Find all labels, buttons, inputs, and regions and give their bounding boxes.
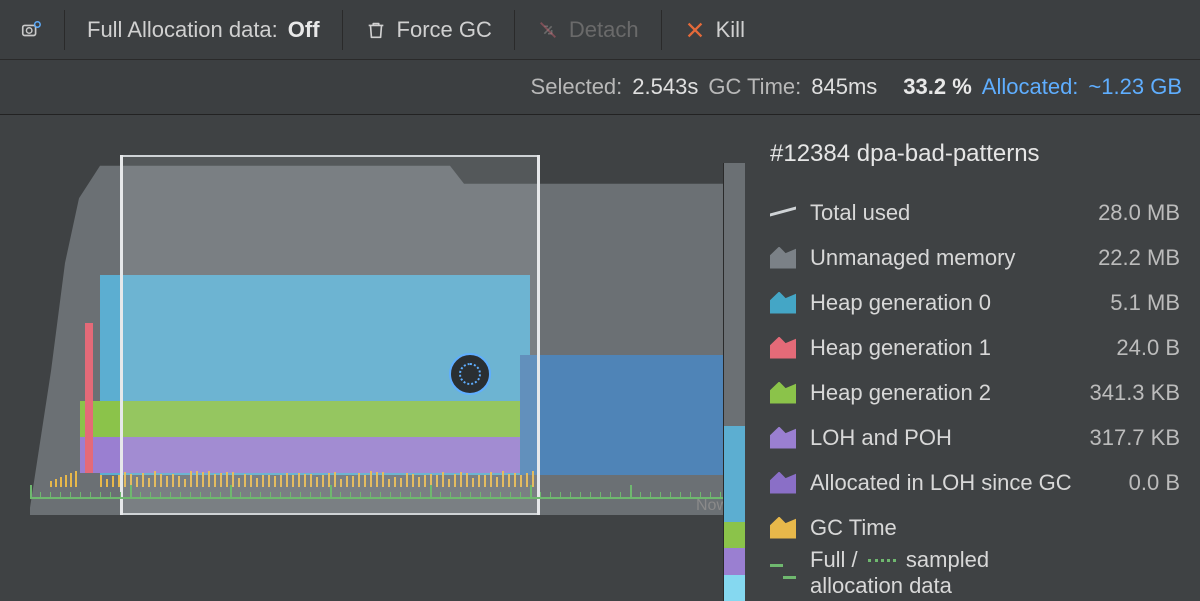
gc-percent: 33.2 %	[903, 74, 972, 100]
legend-swatch	[770, 517, 796, 539]
selection-handle-right[interactable]	[537, 155, 540, 515]
legend-title: #12384 dpa-bad-patterns	[770, 140, 1180, 168]
timeline-chart[interactable]: Now	[0, 115, 745, 601]
trash-icon	[365, 19, 387, 41]
legend-swatch	[770, 292, 796, 314]
camera-settings-button[interactable]	[10, 13, 52, 47]
allocated-value: ~1.23 GB	[1088, 74, 1182, 100]
legend-value: 0.0 B	[1088, 470, 1180, 496]
legend-label: Allocated in LOH since GC	[810, 470, 1074, 496]
allocated-label: Allocated:	[982, 74, 1079, 100]
allocation-label: Full Allocation data:	[87, 17, 278, 43]
legend-swatch	[770, 382, 796, 404]
legend-swatch	[770, 247, 796, 269]
legend-item[interactable]: GC Time	[770, 505, 1180, 550]
allocation-value: Off	[288, 17, 320, 43]
legend-label: GC Time	[810, 515, 1074, 541]
timeline-marker[interactable]	[449, 353, 491, 395]
selected-value: 2.543s	[632, 74, 698, 100]
legend-label: Heap generation 0	[810, 290, 1074, 316]
legend-label: Total used	[810, 200, 1074, 226]
timeline-ruler[interactable]	[30, 493, 740, 511]
legend-value: 317.7 KB	[1088, 425, 1180, 451]
legend-label: Heap generation 2	[810, 380, 1074, 406]
detach-label: Detach	[569, 17, 639, 43]
detach-icon	[537, 19, 559, 41]
legend-item[interactable]: Heap generation 0 5.1 MB	[770, 280, 1180, 325]
force-gc-button[interactable]: Force GC	[355, 11, 502, 49]
chart-layer-gen1	[85, 323, 93, 473]
legend-item[interactable]: LOH and POH 317.7 KB	[770, 415, 1180, 460]
legend-item[interactable]: Total used 28.0 MB	[770, 190, 1180, 235]
selection-info-bar: Selected: 2.543s GC Time: 845ms 33.2 % A…	[0, 60, 1200, 115]
kill-icon	[684, 19, 706, 41]
legend-swatch	[770, 562, 796, 584]
legend-label: Heap generation 1	[810, 335, 1074, 361]
legend-label: LOH and POH	[810, 425, 1074, 451]
legend-swatch	[770, 202, 796, 224]
legend-item[interactable]: Unmanaged memory 22.2 MB	[770, 235, 1180, 280]
legend-swatch	[770, 472, 796, 494]
legend-value: 24.0 B	[1088, 335, 1180, 361]
legend-value: 28.0 MB	[1088, 200, 1180, 226]
legend-value: 5.1 MB	[1088, 290, 1180, 316]
legend-panel: #12384 dpa-bad-patterns Total used 28.0 M…	[745, 115, 1200, 601]
gc-time-label: GC Time:	[708, 74, 801, 100]
force-gc-label: Force GC	[397, 17, 492, 43]
legend-value: 341.3 KB	[1088, 380, 1180, 406]
legend-item[interactable]: Heap generation 2 341.3 KB	[770, 370, 1180, 415]
legend-label: Full / sampled allocation data	[810, 547, 1074, 599]
selection-overlay[interactable]	[120, 155, 540, 515]
selection-handle-left[interactable]	[120, 155, 123, 515]
legend-swatch	[770, 337, 796, 359]
kill-label: Kill	[716, 17, 745, 43]
legend-item[interactable]: Allocated in LOH since GC 0.0 B	[770, 460, 1180, 505]
kill-button[interactable]: Kill	[674, 11, 755, 49]
allocation-toggle[interactable]: Full Allocation data: Off	[77, 11, 330, 49]
chart-layer-right	[520, 355, 730, 475]
legend-item[interactable]: Full / sampled allocation data	[770, 550, 1180, 595]
camera-gear-icon	[20, 19, 42, 41]
gc-time-value: 845ms	[811, 74, 877, 100]
chart-overview-strip[interactable]	[723, 163, 745, 601]
legend-item[interactable]: Heap generation 1 24.0 B	[770, 325, 1180, 370]
selected-label: Selected:	[531, 74, 623, 100]
legend-swatch	[770, 427, 796, 449]
detach-button[interactable]: Detach	[527, 11, 649, 49]
legend-value: 22.2 MB	[1088, 245, 1180, 271]
legend-label: Unmanaged memory	[810, 245, 1074, 271]
